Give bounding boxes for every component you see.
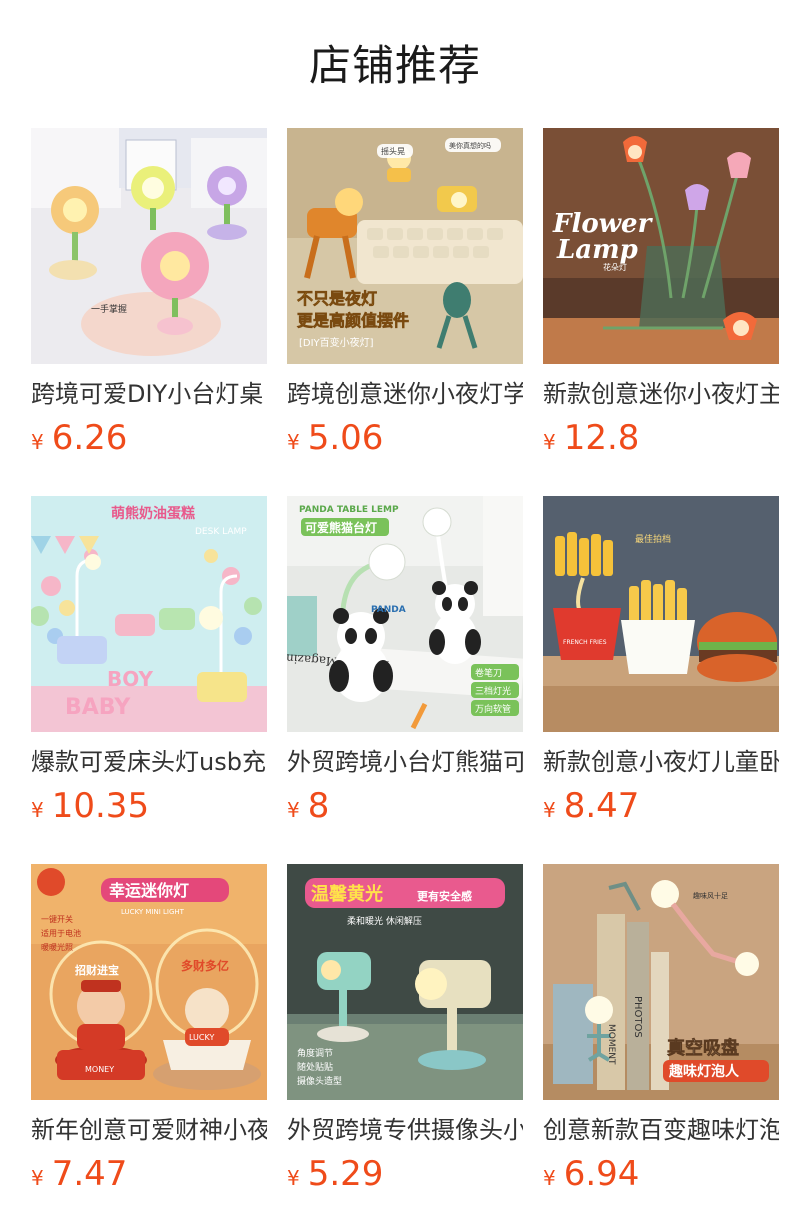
price-value: 5.06 (307, 418, 384, 458)
price-value: 7.47 (51, 1154, 128, 1194)
image-overlay-text: 温馨黄光 (311, 883, 383, 905)
image-overlay-text: 暖暖光照 (41, 942, 73, 952)
product-name[interactable]: 跨境可爱DIY小台灯桌 (31, 378, 267, 410)
currency-symbol: ¥ (287, 1166, 300, 1190)
bulb-man-lamp-image[interactable]: 趣味风十足 真空吸盘 趣味灯泡人 PHOTOS MOMENT (543, 864, 779, 1100)
image-overlay-text: 萌熊奶油蛋糕 (111, 505, 195, 522)
product-card[interactable]: Fashion Magazine PANDA TABLE LEMP 可爱熊猫台灯 (287, 496, 523, 828)
lucky-lamp-image[interactable]: 幸运迷你灯 LUCKY MINI LIGHT 一键开关 适用于电池 暖暖光照 招… (31, 864, 267, 1100)
image-overlay-text: MONEY (85, 1065, 114, 1074)
product-card[interactable]: 温馨黄光 更有安全感 柔和暖光 休闲解压 角度调节 随处贴贴 摄像头造型 外贸跨… (287, 864, 523, 1196)
image-overlay-text: 柔和暖光 休闲解压 (347, 915, 422, 927)
image-overlay-text: BOY (107, 667, 154, 691)
price-value: 8.47 (563, 786, 640, 826)
price-value: 10.35 (51, 786, 150, 826)
fries-lamp-image[interactable]: 最佳拍档 FRENCH FRIES (543, 496, 779, 732)
currency-symbol: ¥ (543, 798, 556, 822)
currency-symbol: ¥ (31, 430, 44, 454)
image-overlay-text: BABY (65, 695, 131, 720)
currency-symbol: ¥ (31, 798, 44, 822)
image-overlay-text: 更有安全感 (417, 889, 472, 903)
image-overlay-text: MOMENT (606, 1024, 616, 1065)
image-overlay-text: 趣味风十足 (693, 891, 728, 900)
price-value: 8 (307, 786, 330, 826)
product-card[interactable]: 最佳拍档 FRENCH FRIES 新款创意小夜灯儿童卧 ¥8.47 (543, 496, 779, 828)
image-overlay-text: 适用于电池 (41, 928, 81, 938)
image-overlay-text: 一手掌握 (91, 303, 127, 315)
image-overlay-text: FRENCH FRIES (563, 639, 607, 646)
product-price: ¥10.35 (31, 784, 267, 828)
cake-lamp-image[interactable]: 萌熊奶油蛋糕 DESK LAMP BOY BABY (31, 496, 267, 732)
camera-lamp-image[interactable]: 温馨黄光 更有安全感 柔和暖光 休闲解压 角度调节 随处贴贴 摄像头造型 (287, 864, 523, 1100)
image-overlay-text: 可爱熊猫台灯 (305, 520, 377, 535)
product-name[interactable]: 外贸跨境小台灯熊猫可 (287, 746, 523, 778)
image-overlay-text: 角度调节 (297, 1047, 333, 1059)
product-price: ¥7.47 (31, 1152, 267, 1196)
image-overlay-text: PANDA (371, 605, 406, 615)
image-overlay-text: 万向软管 (475, 703, 511, 715)
image-overlay-text: PHOTOS (632, 996, 643, 1038)
image-overlay-text: Lamp (556, 235, 638, 265)
product-price: ¥5.06 (287, 416, 523, 460)
product-price: ¥8 (287, 784, 523, 828)
image-overlay-text: 一键开关 (41, 914, 73, 924)
product-name[interactable]: 新款创意小夜灯儿童卧 (543, 746, 779, 778)
image-overlay-text: PANDA TABLE LEMP (299, 505, 399, 515)
image-overlay-text: 卷笔刀 (475, 667, 502, 679)
product-card[interactable]: 一手掌握 跨境可爱DIY小台灯桌 ¥6.26 (31, 128, 267, 460)
product-price: ¥6.26 (31, 416, 267, 460)
currency-symbol: ¥ (543, 1166, 556, 1190)
product-price: ¥12.8 (543, 416, 779, 460)
product-name[interactable]: 新年创意可爱财神小夜 (31, 1114, 267, 1146)
image-overlay-text: 最佳拍档 (635, 533, 671, 545)
product-name[interactable]: 跨境创意迷你小夜灯学 (287, 378, 523, 410)
image-overlay-text: [DIY百变小夜灯] (299, 336, 374, 349)
product-card[interactable]: 趣味风十足 真空吸盘 趣味灯泡人 PHOTOS MOMENT 创意新款百变趣味灯… (543, 864, 779, 1196)
image-overlay-text: 三档灯光 (475, 685, 511, 697)
image-overlay-text: 随处贴贴 (297, 1061, 333, 1073)
page-title: 店铺推荐 (308, 41, 481, 90)
tulip-lamp-image[interactable]: Flower Lamp 花朵灯 (543, 128, 779, 364)
price-value: 12.8 (563, 418, 640, 458)
image-overlay-text: 更是高颜值摆件 (297, 311, 409, 330)
image-overlay-text: 幸运迷你灯 (109, 881, 189, 900)
image-overlay-text: 美你真想的吗 (449, 141, 491, 150)
image-overlay-text: 趣味灯泡人 (668, 1063, 740, 1080)
image-overlay-text: LUCKY (189, 1033, 214, 1042)
image-overlay-text: 招财进宝 (75, 963, 119, 977)
product-name[interactable]: 新款创意迷你小夜灯主 (543, 378, 779, 410)
product-card[interactable]: 摇头晃 美你真想的吗 不只是夜灯 更是高颜值摆件 [DIY百变小夜灯] 跨境创意… (287, 128, 523, 460)
price-value: 6.26 (51, 418, 128, 458)
product-card[interactable]: Flower Lamp 花朵灯 新款创意迷你小夜灯主 ¥12.8 (543, 128, 779, 460)
image-overlay-text: 摇头晃 (381, 146, 405, 156)
image-overlay-text: 摄像头造型 (297, 1075, 342, 1087)
currency-symbol: ¥ (287, 798, 300, 822)
product-price: ¥5.29 (287, 1152, 523, 1196)
product-price: ¥6.94 (543, 1152, 779, 1196)
image-overlay-text: 多财多亿 (181, 958, 229, 973)
image-overlay-text: 不只是夜灯 (297, 289, 377, 308)
flower-lamp-image[interactable]: 一手掌握 (31, 128, 267, 364)
currency-symbol: ¥ (287, 430, 300, 454)
product-name[interactable]: 创意新款百变趣味灯泡 (543, 1114, 779, 1146)
price-value: 6.94 (563, 1154, 640, 1194)
deer-lamp-image[interactable]: 摇头晃 美你真想的吗 不只是夜灯 更是高颜值摆件 [DIY百变小夜灯] (287, 128, 523, 364)
image-overlay-text: 花朵灯 (603, 262, 627, 272)
image-overlay-text: LUCKY MINI LIGHT (121, 908, 185, 916)
product-card[interactable]: 萌熊奶油蛋糕 DESK LAMP BOY BABY 爆款可爱床头灯usb充 ¥1… (31, 496, 267, 828)
currency-symbol: ¥ (31, 1166, 44, 1190)
panda-lamp-image[interactable]: Fashion Magazine PANDA TABLE LEMP 可爱熊猫台灯 (287, 496, 523, 732)
image-overlay-text: 真空吸盘 (667, 1037, 739, 1059)
product-name[interactable]: 爆款可爱床头灯usb充 (31, 746, 267, 778)
currency-symbol: ¥ (543, 430, 556, 454)
product-card[interactable]: 幸运迷你灯 LUCKY MINI LIGHT 一键开关 适用于电池 暖暖光照 招… (31, 864, 267, 1196)
product-price: ¥8.47 (543, 784, 779, 828)
image-overlay-text: DESK LAMP (195, 527, 247, 537)
price-value: 5.29 (307, 1154, 384, 1194)
product-name[interactable]: 外贸跨境专供摄像头小 (287, 1114, 523, 1146)
